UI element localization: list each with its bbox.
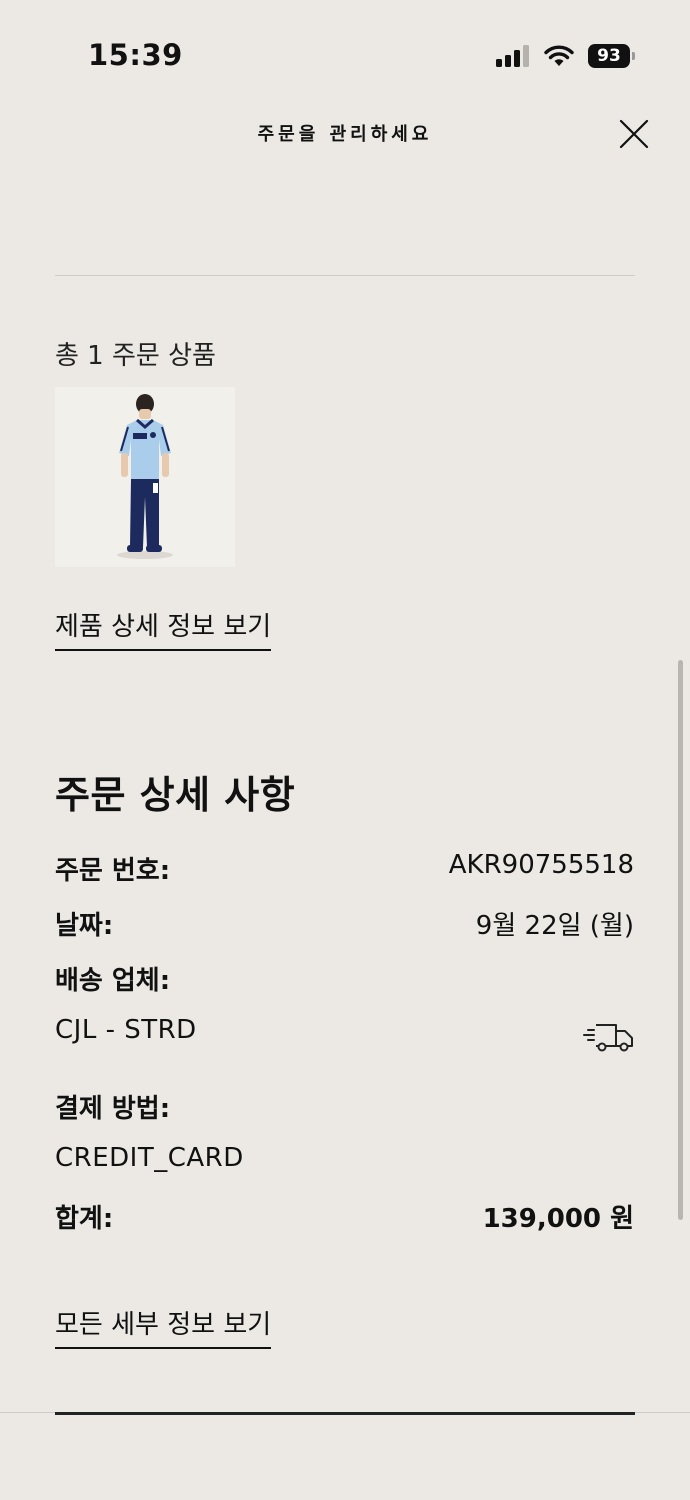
carrier-value: CJL - STRD — [55, 1015, 197, 1045]
total-label: 합계: — [55, 1204, 114, 1234]
page-title: 주문을 관리하세요 — [257, 124, 433, 145]
payment-label: 결제 방법: — [55, 1094, 171, 1124]
delivery-truck-icon — [583, 1024, 633, 1052]
status-time: 15:39 — [88, 38, 183, 72]
order-details-title: 주문 상세 사항 — [55, 773, 296, 817]
order-number-label: 주문 번호: — [55, 856, 171, 886]
order-number-value: AKR90755518 — [448, 850, 634, 880]
product-photo — [55, 387, 235, 567]
wifi-icon — [544, 45, 574, 66]
status-icons: 93 — [496, 42, 635, 70]
product-image[interactable] — [55, 387, 235, 567]
payment-value: CREDIT_CARD — [55, 1143, 244, 1173]
date-label: 날짜: — [55, 911, 114, 941]
bottom-divider-accent — [55, 1412, 635, 1415]
cellular-signal-icon — [496, 45, 529, 67]
carrier-label: 배송 업체: — [55, 966, 171, 996]
scrollbar[interactable] — [678, 660, 683, 1220]
date-value: 9월 22일 (월) — [475, 911, 634, 941]
close-button[interactable] — [614, 114, 654, 154]
battery-level: 93 — [597, 46, 621, 66]
product-details-link[interactable]: 제품 상세 정보 보기 — [55, 606, 272, 651]
all-details-link[interactable]: 모든 세부 정보 보기 — [55, 1304, 272, 1349]
status-bar: 15:39 93 — [0, 0, 690, 100]
section-divider — [55, 275, 635, 276]
battery-icon: 93 — [588, 44, 635, 68]
items-count: 총 1 주문 상품 — [55, 341, 216, 371]
total-value: 139,000 원 — [482, 1204, 634, 1234]
close-icon — [619, 119, 649, 149]
